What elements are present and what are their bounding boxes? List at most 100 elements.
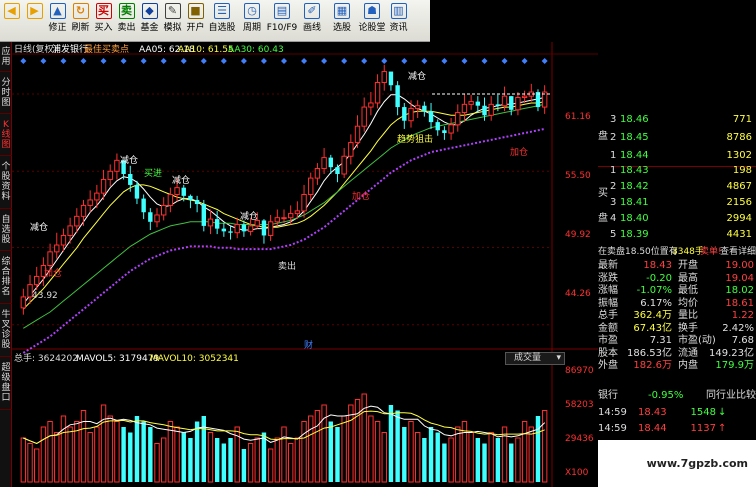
toolbar-button-forward-arrow[interactable]: ▶	[23, 0, 46, 42]
industry-compare-button[interactable]: 同行业比较	[706, 390, 756, 402]
signal-marker	[421, 58, 428, 64]
left-tab[interactable]: 自选股	[0, 212, 12, 251]
volume-bar	[188, 438, 193, 482]
left-tab[interactable]: 超级盘口	[0, 360, 12, 410]
candle-body	[100, 178, 107, 194]
volume-bar	[201, 416, 206, 482]
toolbar-button-select-stock[interactable]: ▦ 选股	[327, 0, 357, 42]
candle-body	[114, 159, 120, 172]
toolbar-button-refresh[interactable]: ↻ 刷新	[69, 0, 92, 42]
candle-body	[374, 81, 381, 104]
candle-body	[80, 204, 87, 217]
left-tab[interactable]: 应用	[0, 44, 12, 72]
toolbar-button-period[interactable]: ◷ 周期	[237, 0, 267, 42]
volume-bar	[148, 427, 153, 482]
candle-body	[94, 192, 100, 201]
stat-value: 18.43	[643, 260, 672, 271]
buy-order-row[interactable]: 3 18.41 2156	[598, 197, 756, 209]
left-tab[interactable]: 综合排名	[0, 254, 12, 304]
candle-body	[201, 204, 206, 226]
volume-bar	[442, 443, 447, 482]
tick-arrow-icon: ↓	[718, 407, 727, 418]
volume-bar	[154, 443, 160, 483]
volume-bar	[114, 421, 120, 483]
order-note-text: 在卖盘18.50位置有	[598, 247, 678, 257]
signal-marker	[140, 58, 147, 64]
left-tab[interactable]: 分时图	[0, 75, 12, 114]
order-price: 18.41	[620, 197, 649, 208]
kline-chart[interactable]: 日线(复权) 浦发银行 最佳买卖点 AA05: 62.18 AA10: 61.5…	[12, 42, 598, 487]
buy-order-row[interactable]: 4 18.40 2994	[598, 213, 756, 225]
volume-bar	[435, 432, 440, 482]
left-tab[interactable]: 个股资料	[0, 159, 12, 209]
toolbar-button-pen[interactable]: ✐ 画线	[297, 0, 327, 42]
order-price: 18.43	[620, 165, 649, 176]
stat-label: 涨幅	[598, 285, 618, 296]
signal-marker	[120, 58, 127, 64]
signal-marker	[160, 58, 167, 64]
sell-order-row[interactable]: 1 18.44 1302	[598, 150, 756, 162]
chart-stock-name: 浦发银行	[52, 45, 89, 55]
sell-order-row[interactable]: 3 18.46 771	[598, 114, 756, 126]
signal-marker	[260, 58, 267, 64]
volume-bar	[261, 432, 267, 482]
volume-bar	[328, 421, 333, 482]
toolbar-button-label: 自选股	[208, 23, 236, 33]
volume-bar	[495, 438, 501, 482]
chart-period-label[interactable]: 日线(复权)	[14, 45, 57, 55]
toolbar-button-label: 基金	[140, 23, 159, 33]
candle-body	[188, 195, 193, 200]
toolbar-button-f10[interactable]: ▤ F10/F9	[267, 0, 297, 42]
toolbar-button-label: 周期	[242, 23, 261, 33]
volume-bar	[141, 421, 146, 482]
toolbar-button-sell[interactable]: 卖卖出	[115, 0, 138, 42]
signal-marker	[461, 58, 468, 64]
candle-body	[461, 103, 468, 114]
toolbar-button-buy[interactable]: 买买入	[92, 0, 115, 42]
stat-row: 振幅 6.17% 均价 18.61	[598, 298, 756, 310]
volume-bar	[107, 415, 113, 483]
buy-icon: 买	[95, 3, 112, 19]
left-tab[interactable]: K线图	[0, 117, 12, 156]
volume-indicator-select[interactable]: 成交量 ▾	[505, 352, 565, 365]
toolbar-button-forum[interactable]: ☗ 论股堂	[357, 0, 387, 42]
fund-icon: ◆	[141, 3, 158, 19]
toolbar-button-label: 开户	[186, 23, 205, 33]
toolbar-button-simulate[interactable]: ✎ 模拟	[161, 0, 184, 42]
volume-bar	[402, 427, 407, 482]
volume-bar	[301, 421, 307, 483]
left-tab[interactable]: 牛叉诊股	[0, 307, 12, 357]
volume-bar	[388, 405, 394, 482]
buy-order-row[interactable]: 1 18.43 198	[598, 165, 756, 177]
sell-order-row[interactable]: 2 18.45 8786	[598, 132, 756, 144]
toolbar-button-label: 画线	[302, 23, 321, 33]
signal-marker	[200, 58, 207, 64]
toolbar-button-lock[interactable]: ■ 开户	[184, 0, 207, 42]
ma10-label: AA10: 61.55	[178, 45, 234, 55]
order-level: 4	[610, 213, 617, 224]
candle-body	[515, 97, 521, 111]
volume-bar	[20, 437, 27, 483]
order-detail-link[interactable]: 查看详细	[720, 246, 756, 258]
candle-body	[482, 105, 487, 116]
pen-icon: ✐	[304, 3, 320, 19]
signal-marker	[180, 58, 187, 64]
order-price: 18.40	[620, 213, 649, 224]
finance-marker[interactable]: 财	[304, 341, 313, 351]
toolbar-button-news[interactable]: ▥ 资讯	[387, 0, 410, 42]
volume-bar	[54, 432, 60, 483]
toolbar-button-back-arrow[interactable]: ◀	[0, 0, 23, 42]
signal-marker	[481, 58, 488, 64]
stat-label: 涨跌	[598, 272, 618, 284]
toolbar-button-up-arrow[interactable]: ▲ 修正	[46, 0, 69, 42]
toolbar-button-watchlist[interactable]: ☰ 自选股	[207, 0, 237, 42]
simulate-icon: ✎	[164, 3, 181, 19]
buy-order-row[interactable]: 2 18.42 4867	[598, 181, 756, 193]
toolbar-button-fund[interactable]: ◆ 基金	[138, 0, 161, 42]
stat-label: 总手	[598, 310, 618, 321]
signal-marker	[341, 58, 348, 64]
candle-body	[34, 275, 40, 286]
chart-indicator-name: 最佳买卖点	[84, 45, 130, 55]
volume-bar	[128, 432, 133, 482]
buy-order-row[interactable]: 5 18.39 4431	[598, 229, 756, 241]
